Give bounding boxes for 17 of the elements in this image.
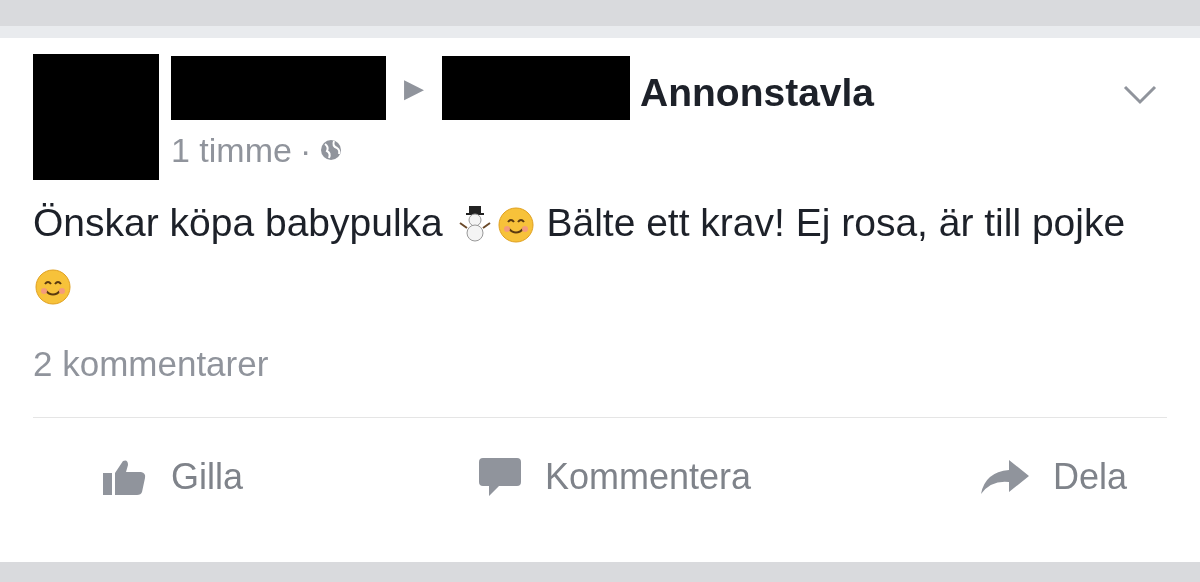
comment-count[interactable]: 2 kommentarer (33, 338, 269, 391)
dot-separator: · (299, 129, 312, 171)
group-name[interactable]: Annonstavla (640, 54, 875, 123)
globe-icon (319, 138, 344, 162)
speech-bubble-icon (478, 457, 521, 496)
timestamp[interactable]: 1 timme (171, 124, 292, 176)
thumbs-up-icon (103, 458, 147, 495)
action-button[interactable]: Kommentera (478, 449, 752, 504)
post-text: Önskar köpa babypulka Bälte ett krav! Ej rosa, är till pojke (33, 192, 1133, 316)
share-arrow-icon (980, 459, 1029, 494)
smile-icon (497, 207, 534, 243)
snowman-icon (457, 206, 492, 242)
smile-icon (35, 269, 71, 305)
action-button[interactable]: Dela (980, 449, 1127, 504)
chevron-down-icon[interactable] (1123, 85, 1157, 106)
arrow-separator: ▶ (404, 71, 424, 105)
action-button[interactable]: Gilla (103, 449, 244, 504)
